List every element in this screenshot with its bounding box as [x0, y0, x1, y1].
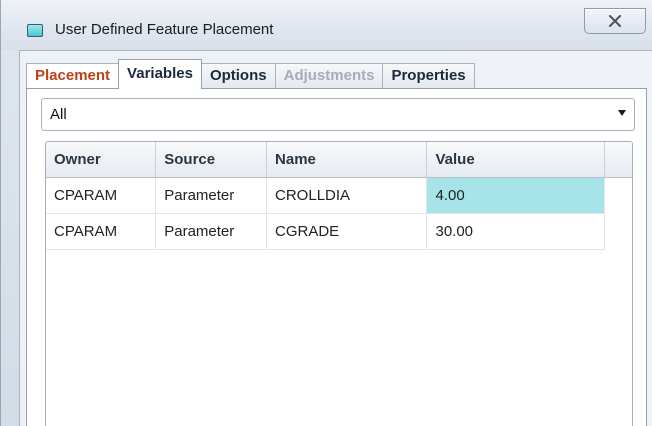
dialog-client-area: Placement Variables Options Adjustments …	[19, 50, 652, 426]
column-header-owner[interactable]: Owner	[46, 142, 157, 178]
cell-owner: CPARAM	[46, 213, 157, 250]
variables-table: Owner Source Name Value CPARAM Parameter…	[46, 142, 632, 250]
tab-variables[interactable]: Variables	[118, 59, 202, 89]
tab-strip: Placement Variables Options Adjustments …	[26, 59, 475, 89]
cell-name: CROLLDIA	[266, 177, 428, 214]
close-icon	[609, 15, 621, 27]
cell-source: Parameter	[155, 213, 268, 250]
cell-name: CGRADE	[266, 213, 428, 250]
title-bar[interactable]: User Defined Feature Placement	[1, 0, 652, 50]
filter-dropdown-value: All	[50, 106, 67, 123]
feature-window-icon	[27, 24, 43, 37]
dialog-window: User Defined Feature Placement Placement…	[0, 0, 652, 426]
tab-properties[interactable]: Properties	[382, 63, 475, 89]
column-header-source[interactable]: Source	[155, 142, 268, 178]
variables-panel: All Owner Source Name Value CPARAM Param…	[26, 88, 647, 426]
window-title: User Defined Feature Placement	[55, 21, 274, 38]
row-filler	[604, 213, 632, 249]
cell-source: Parameter	[155, 177, 268, 214]
variables-table-container[interactable]: Owner Source Name Value CPARAM Parameter…	[45, 141, 633, 426]
cell-value-selected[interactable]: 4.00	[426, 177, 605, 214]
chevron-down-icon[interactable]	[618, 110, 626, 116]
column-header-value[interactable]: Value	[426, 142, 605, 178]
row-filler	[604, 177, 632, 213]
tab-adjustments: Adjustments	[274, 63, 384, 89]
table-row[interactable]: CPARAM Parameter CGRADE 30.00	[46, 213, 632, 250]
table-header-row: Owner Source Name Value	[46, 142, 632, 178]
filter-dropdown[interactable]: All	[41, 98, 635, 131]
column-header-name[interactable]: Name	[266, 142, 428, 178]
column-header-filler	[604, 142, 632, 178]
table-row[interactable]: CPARAM Parameter CROLLDIA 4.00	[46, 177, 632, 214]
cell-owner: CPARAM	[46, 177, 157, 214]
close-button[interactable]	[584, 8, 646, 34]
tab-placement[interactable]: Placement	[26, 63, 120, 89]
tab-options[interactable]: Options	[200, 63, 276, 89]
cell-value[interactable]: 30.00	[426, 213, 605, 250]
